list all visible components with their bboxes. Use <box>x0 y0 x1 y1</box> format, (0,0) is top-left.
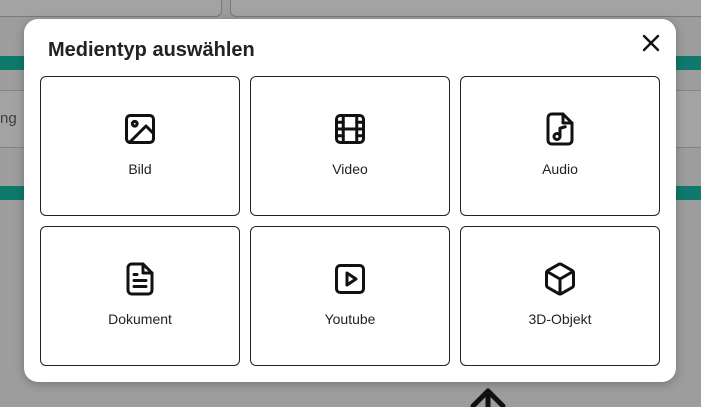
arrow-up-icon <box>470 388 506 407</box>
cube-icon <box>545 262 575 296</box>
background-field <box>0 0 222 17</box>
media-option-label: Dokument <box>108 311 172 327</box>
media-option-youtube[interactable]: Youtube <box>250 226 450 366</box>
media-option-image[interactable]: Bild <box>40 76 240 216</box>
film-icon <box>335 114 365 144</box>
media-option-video[interactable]: Video <box>250 76 450 216</box>
media-option-label: Video <box>332 161 368 177</box>
close-button[interactable] <box>640 32 662 54</box>
media-type-grid: Bild Video Audio Dokument Youtube 3D-Obj… <box>40 76 660 366</box>
audio-file-icon <box>546 112 574 146</box>
media-option-audio[interactable]: Audio <box>460 76 660 216</box>
page: ng Medientyp auswählen Bild Video Audio … <box>0 0 701 407</box>
media-option-document[interactable]: Dokument <box>40 226 240 366</box>
play-icon <box>335 264 365 294</box>
media-option-label: Youtube <box>324 311 376 327</box>
document-icon <box>126 262 154 296</box>
media-option-label: Audio <box>542 161 578 177</box>
media-option-label: 3D-Objekt <box>528 311 592 327</box>
close-icon <box>642 34 660 52</box>
media-option-3d-object[interactable]: 3D-Objekt <box>460 226 660 366</box>
image-icon <box>125 114 155 144</box>
background-field <box>230 0 701 17</box>
media-type-dialog: Medientyp auswählen Bild Video Audio Dok… <box>24 19 676 382</box>
media-option-label: Bild <box>128 161 152 177</box>
background-input-text: ng <box>0 110 17 127</box>
dialog-title: Medientyp auswählen <box>48 39 255 61</box>
